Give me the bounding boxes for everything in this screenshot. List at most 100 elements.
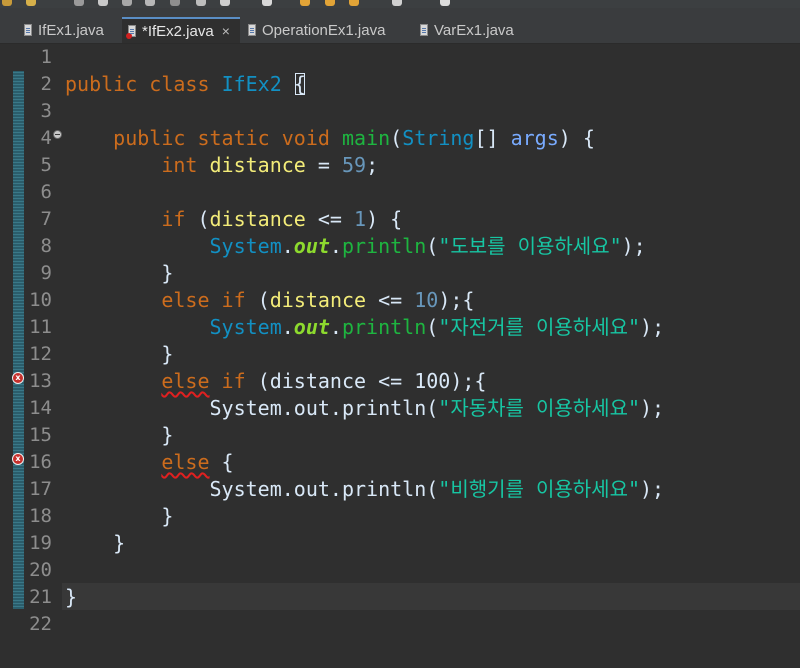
class-name-token: IfEx2: [221, 72, 282, 96]
line-number: 4: [40, 127, 52, 149]
line-number: 10: [29, 289, 52, 311]
paren-token: (: [197, 207, 210, 231]
line-number: 5: [40, 154, 52, 176]
code-line: 20: [0, 557, 800, 584]
code-line: 16 else {: [0, 449, 800, 476]
dot-token: .: [281, 234, 294, 258]
toolbar-folder-icon[interactable]: [26, 0, 36, 6]
code-line: 6: [0, 179, 800, 206]
line-number: 3: [40, 100, 52, 122]
brace-token: }: [65, 585, 78, 609]
operator-token: =: [317, 153, 330, 177]
static-field-token: out: [293, 234, 330, 258]
close-icon[interactable]: ×: [222, 23, 230, 39]
line-number: 20: [29, 559, 52, 581]
paren-token: );: [640, 396, 665, 420]
string-token: "도보를 이용하세요": [438, 234, 622, 258]
line-number: 6: [40, 181, 52, 203]
method-token: println: [341, 315, 427, 339]
line-number: 1: [40, 46, 52, 68]
code-text: System.out.println(: [209, 396, 439, 420]
keyword-token: void: [281, 126, 330, 150]
toolbar-edit-icon[interactable]: [98, 0, 108, 6]
code-line: 15 }: [0, 422, 800, 449]
line-number: 12: [29, 343, 52, 365]
brace-token: {: [293, 72, 306, 96]
paren-token: (: [426, 234, 439, 258]
class-name-token: System: [209, 315, 282, 339]
brace-token: }: [161, 342, 174, 366]
code-line: 5 int distance = 59;: [0, 152, 800, 179]
keyword-token: int: [161, 153, 198, 177]
code-line: 12 }: [0, 341, 800, 368]
code-line: 3: [0, 98, 800, 125]
toolbar-settings-icon[interactable]: [74, 0, 84, 6]
string-token: "비행기를 이용하세요": [438, 477, 641, 501]
bracket-token: []: [474, 126, 499, 150]
line-number: 17: [29, 478, 52, 500]
tab-operationex1[interactable]: OperationEx1.java: [242, 17, 391, 43]
toolbar-view-icon[interactable]: [440, 0, 450, 6]
line-number: 15: [29, 424, 52, 446]
code-text: System.out.println(: [209, 477, 439, 501]
brace-token: {: [221, 450, 234, 474]
code-line: 21}: [0, 584, 800, 611]
keyword-token: if: [221, 369, 246, 393]
dot-token: .: [329, 315, 342, 339]
line-number: 18: [29, 505, 52, 527]
line-number: 9: [40, 262, 52, 284]
static-field-token: out: [293, 315, 330, 339]
paren-token: );: [640, 477, 665, 501]
code-editor[interactable]: x x 1 2 public class IfEx2 { 3 4 public s…: [0, 44, 800, 668]
code-line: 4 public static void main(String[] args)…: [0, 125, 800, 152]
code-line: 17 System.out.println("비행기를 이용하세요");: [0, 476, 800, 503]
tab-varex1[interactable]: VarEx1.java: [414, 17, 520, 43]
line-number: 7: [40, 208, 52, 230]
paren-token: ): [558, 126, 571, 150]
paren-token: );: [640, 315, 665, 339]
dot-token: .: [281, 315, 294, 339]
toolbar-wrench-icon[interactable]: [145, 0, 155, 6]
tab-label: VarEx1.java: [434, 21, 514, 39]
java-file-icon: [24, 24, 32, 36]
tab-ifex2[interactable]: *IfEx2.java ×: [122, 17, 240, 43]
toolbar-open-icon[interactable]: [2, 0, 12, 6]
line-number: 2: [40, 73, 52, 95]
toolbar-tool-icon[interactable]: [122, 0, 132, 6]
tab-ifex1[interactable]: IfEx1.java: [18, 17, 110, 43]
line-number: 11: [29, 316, 52, 338]
code-line: 10 else if (distance <= 10);{: [0, 287, 800, 314]
code-line: 8 System.out.println("도보를 이용하세요");: [0, 233, 800, 260]
operator-token: <=: [317, 207, 342, 231]
java-file-error-icon: [126, 25, 136, 39]
code-line: 18 }: [0, 503, 800, 530]
brace-token: {: [582, 126, 595, 150]
brace-token: {: [390, 207, 403, 231]
code-line: 13 else if (distance <= 100);{: [0, 368, 800, 395]
code-line: 22: [0, 611, 800, 638]
method-token: main: [341, 126, 391, 150]
brace-token: }: [161, 504, 174, 528]
keyword-token: if: [221, 288, 246, 312]
line-number: 8: [40, 235, 52, 257]
keyword-token: static: [197, 126, 270, 150]
toolbar-next-icon[interactable]: [392, 0, 402, 6]
keyword-token: class: [149, 72, 210, 96]
toolbar-pin-icon[interactable]: [262, 0, 272, 6]
java-file-icon: [420, 24, 428, 36]
line-number: 14: [29, 397, 52, 419]
toolbar-prev-edit-icon[interactable]: [349, 0, 359, 6]
code-line: 2 public class IfEx2 {: [0, 71, 800, 98]
toolbar-forward-icon[interactable]: [325, 0, 335, 6]
editor-tab-bar: IfEx1.java *IfEx2.java × OperationEx1.ja…: [0, 8, 800, 44]
toolbar-pause-icon[interactable]: [196, 0, 206, 6]
tab-label: IfEx1.java: [38, 21, 104, 39]
toolbar-page-icon[interactable]: [220, 0, 230, 6]
brace-token: }: [161, 261, 174, 285]
variable-token: distance: [269, 288, 367, 312]
number-token: 1: [354, 207, 367, 231]
line-number: 19: [29, 532, 52, 554]
toolbar-document-icon[interactable]: [170, 0, 180, 6]
line-number: 21: [29, 586, 52, 608]
toolbar-back-icon[interactable]: [300, 0, 310, 6]
